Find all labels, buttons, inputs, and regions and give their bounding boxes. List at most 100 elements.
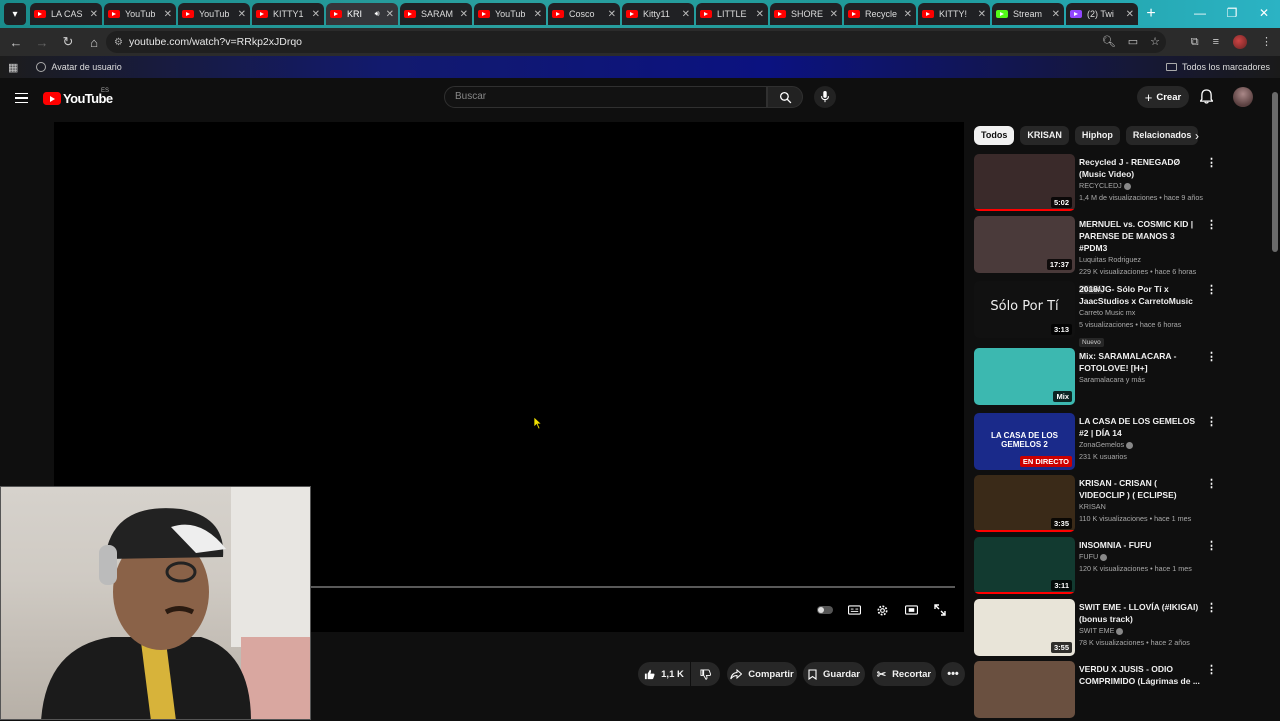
recommendation-item[interactable]: 5:02 Recycled J - RENEGADØ (Music Video) R… <box>974 154 1224 214</box>
close-tab-icon[interactable]: ✕ <box>90 9 98 20</box>
autoplay-toggle[interactable] <box>817 603 833 617</box>
new-tab-button[interactable]: + <box>1140 3 1162 25</box>
browser-tab[interactable]: Recycle ✕ <box>844 3 916 25</box>
close-tab-icon[interactable]: ✕ <box>904 9 912 20</box>
channel-name[interactable]: Luquitas Rodriguez <box>1079 254 1203 266</box>
more-vertical-icon[interactable]: ⋮ <box>1206 285 1217 296</box>
close-tab-icon[interactable]: ✕ <box>1052 9 1060 20</box>
voice-search-button[interactable] <box>814 86 836 108</box>
close-tab-icon[interactable]: ✕ <box>608 9 616 20</box>
site-info-icon[interactable]: ⚙ <box>114 37 123 48</box>
channel-name[interactable]: RECYCLEDJ <box>1079 180 1203 192</box>
video-title[interactable]: MERNUEL vs. COSMIC KID | PARENSE DE MANO… <box>1079 218 1203 254</box>
close-window-icon[interactable]: ✕ <box>1248 0 1280 28</box>
video-thumbnail[interactable]: LA CASA DE LOS GEMELOS 2 EN DIRECTO <box>974 413 1075 470</box>
forward-icon[interactable]: → <box>30 30 54 54</box>
recommendation-item[interactable]: 3:35 KRISAN - CRISAN ( VIDEOCLIP ) ( ECLI… <box>974 475 1224 535</box>
more-vertical-icon[interactable]: ⋮ <box>1206 665 1217 676</box>
filter-chip[interactable]: Hiphop <box>1074 126 1120 145</box>
more-vertical-icon[interactable]: ⋮ <box>1206 158 1217 169</box>
recommendation-item[interactable]: LA CASA DE LOS GEMELOS 2 EN DIRECTO LA CAS… <box>974 413 1224 473</box>
more-vertical-icon[interactable]: ⋮ <box>1206 352 1217 363</box>
more-actions-button[interactable]: ••• <box>941 662 965 686</box>
video-progress-bar[interactable] <box>310 586 955 588</box>
browser-tab[interactable]: KITTY! ✕ <box>918 3 990 25</box>
video-thumbnail[interactable]: Mix <box>974 348 1075 405</box>
video-thumbnail[interactable]: 3:55 <box>974 599 1075 656</box>
video-thumbnail[interactable]: 3:11 <box>974 537 1075 594</box>
browser-tab[interactable]: Cosco ✕ <box>548 3 620 25</box>
close-tab-icon[interactable]: ✕ <box>312 9 320 20</box>
close-tab-icon[interactable]: ✕ <box>830 9 838 20</box>
recommendation-item[interactable]: VERDU X JUSIS - ODIO COMPRIMIDO (Lágrima… <box>974 661 1224 721</box>
browser-tab[interactable]: LITTLE ✕ <box>696 3 768 25</box>
recommendation-item[interactable]: 3:55 SWIT EME - LLOVÍA (#IKIGAI) (bonus t… <box>974 599 1224 659</box>
maximize-icon[interactable]: ❐ <box>1216 0 1248 28</box>
video-title[interactable]: KRISAN - CRISAN ( VIDEOCLIP ) ( ECLIPSE) <box>1079 477 1203 501</box>
cast-icon[interactable]: ▭ <box>1128 31 1138 53</box>
account-avatar[interactable] <box>1233 87 1253 107</box>
close-tab-icon[interactable]: ✕ <box>1126 9 1134 20</box>
more-vertical-icon[interactable]: ⋮ <box>1206 479 1217 490</box>
address-bar[interactable]: ⚙ youtube.com/watch?v=RRkp2xJDrqo <box>106 31 1166 53</box>
recommendation-item[interactable]: Sólo Por Tí 3:13 2018/JG- Sólo Por Tí x Ja… <box>974 281 1224 347</box>
page-scrollbar[interactable] <box>1272 92 1278 252</box>
subtitles-button[interactable] <box>846 603 862 617</box>
reload-icon[interactable]: ↻ <box>56 30 80 54</box>
browser-tab[interactable]: Kitty11 ✕ <box>622 3 694 25</box>
close-tab-icon[interactable]: ✕ <box>164 9 172 20</box>
dislike-button[interactable] <box>691 662 720 686</box>
browser-tab[interactable]: KRI 🔊︎ ✕ <box>326 3 398 25</box>
video-title[interactable]: VERDU X JUSIS - ODIO COMPRIMIDO (Lágrima… <box>1079 663 1203 687</box>
close-tab-icon[interactable]: ✕ <box>756 9 764 20</box>
clip-button[interactable]: ✂ Recortar <box>872 662 936 686</box>
extensions-icon[interactable]: ⧉ <box>1191 31 1199 53</box>
browser-tab[interactable]: (2) Twi ✕ <box>1066 3 1138 25</box>
search-input[interactable]: Buscar <box>444 86 767 108</box>
video-thumbnail[interactable]: Sólo Por Tí 3:13 <box>974 281 1075 338</box>
channel-name[interactable]: Saramalacara y más <box>1079 374 1203 386</box>
close-tab-icon[interactable]: ✕ <box>534 9 542 20</box>
video-title[interactable]: INSOMNIA - FUFU <box>1079 539 1203 551</box>
notifications-button[interactable] <box>1199 89 1214 109</box>
video-title[interactable]: Recycled J - RENEGADØ (Music Video) <box>1079 156 1203 180</box>
filter-chip[interactable]: KRISAN <box>1020 126 1069 145</box>
video-title[interactable]: 2018/JG- Sólo Por Tí x JaacStudios x Car… <box>1079 283 1203 307</box>
search-button[interactable] <box>767 86 803 108</box>
browser-tab[interactable]: SHORE ✕ <box>770 3 842 25</box>
video-thumbnail[interactable]: 5:02 <box>974 154 1075 211</box>
filter-chip[interactable]: Relacionados <box>1125 126 1199 145</box>
browser-tab[interactable]: YouTub ✕ <box>474 3 546 25</box>
recommendation-item[interactable]: Mix Mix: SARAMALACARA - FOTOLOVE! [H+] Sar… <box>974 348 1224 408</box>
browser-tab[interactable]: SARAM ✕ <box>400 3 472 25</box>
bookmark-item[interactable]: Avatar de usuario <box>36 62 122 72</box>
channel-name[interactable]: ZonaGemelos <box>1079 439 1203 451</box>
channel-name[interactable]: KRISAN <box>1079 501 1203 513</box>
more-vertical-icon[interactable]: ⋮ <box>1206 417 1217 428</box>
apps-grid-icon[interactable]: ▦ <box>8 61 18 74</box>
channel-name[interactable]: Carreto Music mx <box>1079 307 1203 319</box>
browser-tab[interactable]: Stream ✕ <box>992 3 1064 25</box>
channel-name[interactable]: FUFU <box>1079 551 1203 563</box>
video-thumbnail[interactable]: 17:37 <box>974 216 1075 273</box>
all-bookmarks-button[interactable]: Todos los marcadores <box>1165 62 1270 72</box>
settings-button[interactable] <box>874 603 890 617</box>
speaker-icon[interactable]: 🔊︎ <box>375 9 380 19</box>
more-vertical-icon[interactable]: ⋮ <box>1206 220 1217 231</box>
home-icon[interactable]: ⌂ <box>82 30 106 54</box>
browser-tab[interactable]: YouTub ✕ <box>104 3 176 25</box>
more-vertical-icon[interactable]: ⋮ <box>1206 603 1217 614</box>
browser-tab[interactable]: KITTY1 ✕ <box>252 3 324 25</box>
recommendation-item[interactable]: 17:37 MERNUEL vs. COSMIC KID | PARENSE DE… <box>974 216 1224 294</box>
fullscreen-button[interactable] <box>932 603 948 617</box>
save-button[interactable]: Guardar <box>803 662 865 686</box>
close-tab-icon[interactable]: ✕ <box>460 9 468 20</box>
close-tab-icon[interactable]: ✕ <box>978 9 986 20</box>
miniplayer-button[interactable] <box>903 603 919 617</box>
filter-chip[interactable]: Todos <box>974 126 1015 145</box>
back-icon[interactable]: ← <box>4 30 28 54</box>
minimize-icon[interactable]: — <box>1184 0 1216 28</box>
bookmark-star-icon[interactable]: ☆ <box>1150 31 1160 53</box>
video-title[interactable]: Mix: SARAMALACARA - FOTOLOVE! [H+] <box>1079 350 1203 374</box>
browser-tab[interactable]: YouTub ✕ <box>178 3 250 25</box>
